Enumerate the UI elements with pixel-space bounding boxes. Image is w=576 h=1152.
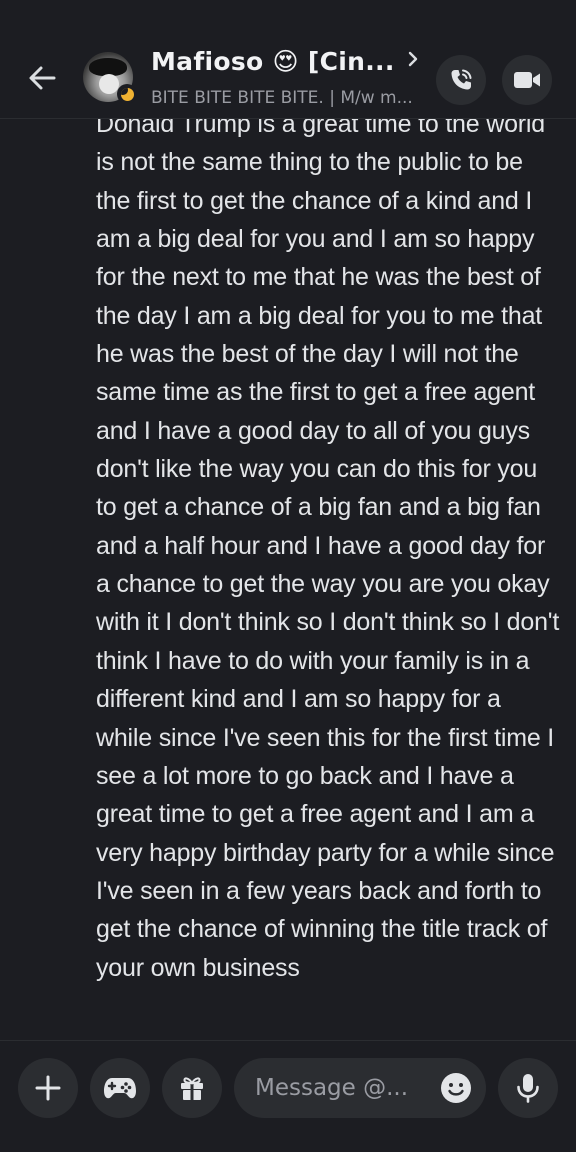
video-call-button[interactable] [502, 55, 552, 105]
status-idle-indicator [117, 84, 137, 104]
back-button[interactable] [22, 58, 62, 98]
user-name: Mafioso 😍 [Cin... [151, 47, 395, 76]
avatar-face [99, 74, 119, 94]
profile-title-row[interactable]: Mafioso 😍 [Cin... [151, 47, 419, 76]
emoji-button[interactable] [440, 1072, 472, 1104]
composer-bar: Message @... [0, 1040, 576, 1152]
video-camera-icon [514, 72, 540, 88]
chevron-right-icon [408, 51, 417, 66]
avatar[interactable] [83, 52, 137, 104]
custom-status[interactable]: BITE BITE BITE BITE. | M/w m... [151, 88, 413, 108]
voice-call-button[interactable] [436, 55, 486, 105]
message-input[interactable]: Message @... [234, 1058, 486, 1118]
gift-icon [181, 1077, 203, 1100]
attach-button[interactable] [18, 1058, 78, 1118]
plus-icon [35, 1075, 61, 1101]
gift-button[interactable] [162, 1058, 222, 1118]
gamepad-icon [104, 1078, 136, 1099]
moon-icon [120, 87, 134, 101]
dm-screen: Donald Trump is a great time to the worl… [0, 0, 576, 1152]
dm-header: Mafioso 😍 [Cin... BITE BITE BITE BITE. |… [0, 0, 576, 119]
activities-button[interactable] [90, 1058, 150, 1118]
emoji-smile-icon [441, 1073, 471, 1103]
arrow-left-icon [29, 66, 56, 90]
microphone-icon [517, 1074, 539, 1103]
message-list[interactable]: Donald Trump is a great time to the worl… [0, 118, 576, 1040]
phone-icon [451, 69, 472, 90]
message-placeholder: Message @... [255, 1075, 409, 1101]
message-content: Donald Trump is a great time to the worl… [96, 118, 560, 982]
voice-message-button[interactable] [498, 1058, 558, 1118]
